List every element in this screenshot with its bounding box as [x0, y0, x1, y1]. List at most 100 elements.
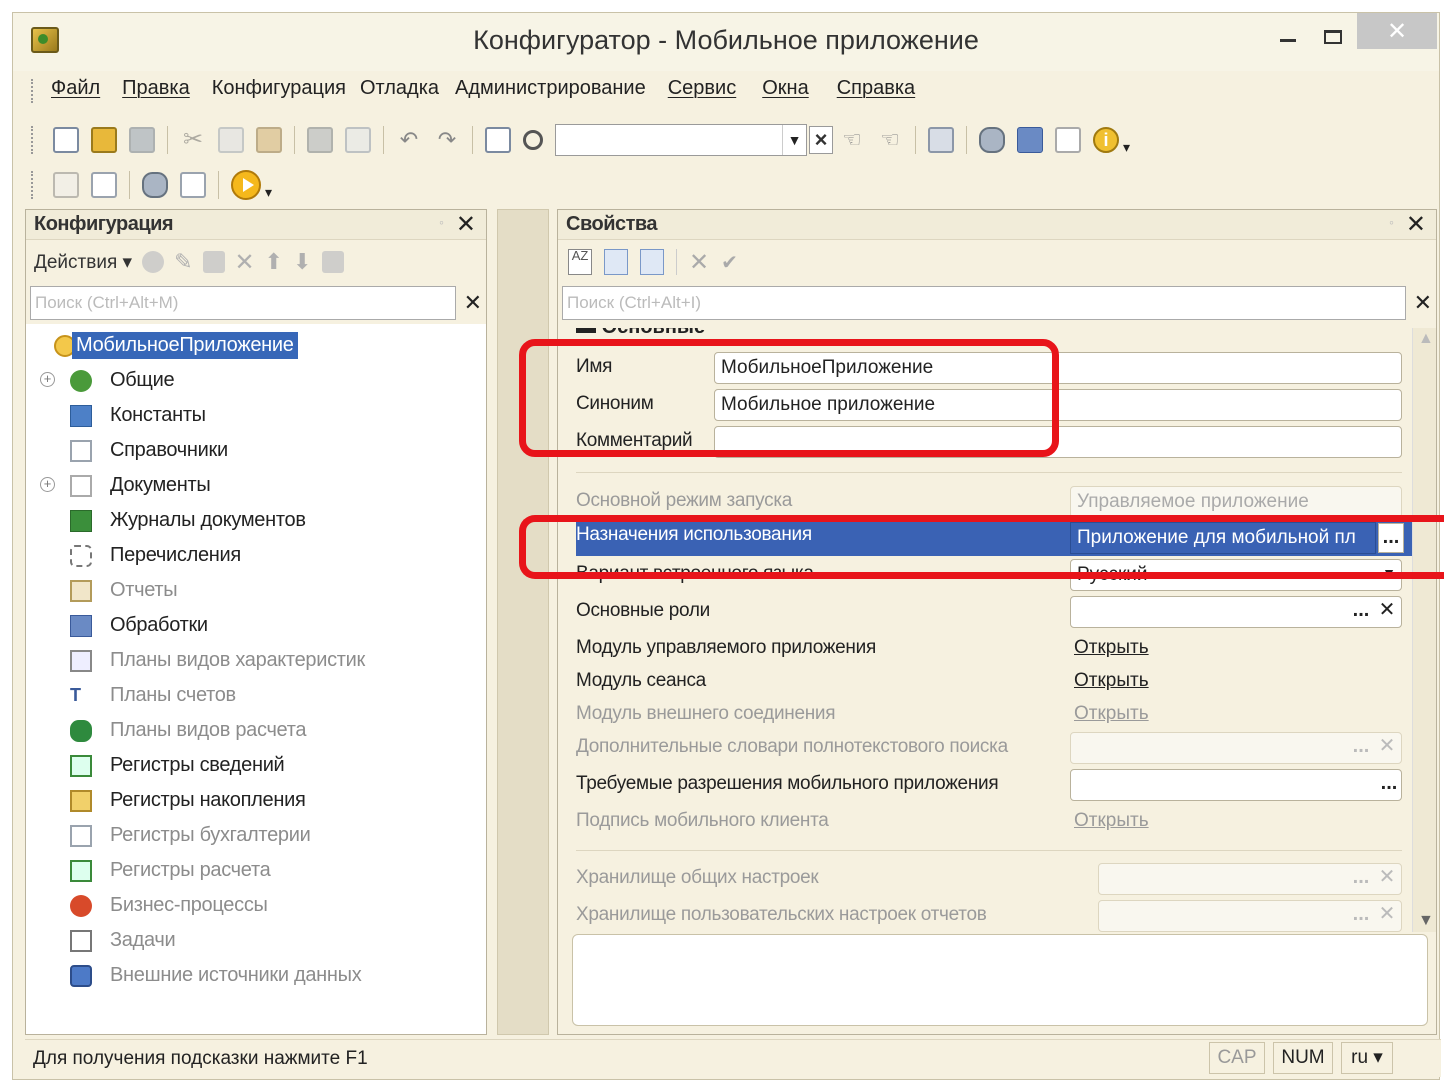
menu-configuration[interactable]: Конфигурация: [212, 77, 346, 107]
common-storage-clear-icon[interactable]: ✕: [1374, 864, 1400, 894]
expand-icon[interactable]: +: [40, 477, 55, 492]
toolbar-grip[interactable]: [31, 126, 35, 154]
cancel-edit-icon[interactable]: ✕: [689, 248, 709, 277]
property-row-app-module[interactable]: Модуль управляемого приложения Открыть: [576, 633, 1414, 667]
properties-scrollbar[interactable]: ▲ ▼: [1412, 328, 1436, 932]
search-icon[interactable]: [523, 130, 543, 150]
undo-icon[interactable]: ↶: [396, 127, 422, 153]
properties-search-input[interactable]: Поиск (Ctrl+Alt+I): [562, 286, 1406, 320]
update-db-icon[interactable]: [142, 172, 168, 198]
property-row-session-module[interactable]: Модуль сеанса Открыть: [576, 666, 1414, 700]
search-combo-input[interactable]: ▼: [555, 124, 807, 156]
find-previous-icon[interactable]: ☜: [877, 127, 903, 153]
property-row-language[interactable]: Вариант встроенного языка Русский ▼: [576, 559, 1414, 593]
open-folder-icon[interactable]: [91, 127, 117, 153]
menu-debug[interactable]: Отладка: [360, 77, 439, 107]
tree-item-catalogs[interactable]: Справочники: [26, 433, 486, 468]
menu-service[interactable]: Сервис: [668, 77, 737, 107]
tree-item-journals[interactable]: Журналы документов: [26, 503, 486, 538]
move-down-icon[interactable]: ⬇: [293, 249, 311, 275]
tree-item-enums[interactable]: Перечисления: [26, 538, 486, 573]
delete-icon[interactable]: ✕: [235, 248, 255, 277]
tree-item-accum-registers[interactable]: Регистры накопления: [26, 783, 486, 818]
report-storage-select-button[interactable]: ...: [1348, 901, 1374, 931]
find-next-icon[interactable]: ☜: [839, 127, 865, 153]
print-preview-icon[interactable]: [345, 127, 371, 153]
tree-item-calc-plans[interactable]: Планы видов расчета: [26, 713, 486, 748]
tree-item-constants[interactable]: Константы: [26, 398, 486, 433]
configuration-panel-close-icon[interactable]: ✕: [456, 210, 476, 239]
tree-item-external-sources[interactable]: Внешние источники данных: [26, 958, 486, 993]
menu-windows[interactable]: Окна: [762, 77, 808, 107]
menu-help[interactable]: Справка: [837, 77, 915, 107]
configuration-search-clear-icon[interactable]: ✕: [464, 290, 482, 316]
tree-item-business-processes[interactable]: Бизнес-процессы: [26, 888, 486, 923]
help-search-icon[interactable]: [1017, 127, 1043, 153]
tree-item-documents[interactable]: + Документы: [26, 468, 486, 503]
open-session-module-link[interactable]: Открыть: [1074, 670, 1149, 692]
property-row-purpose[interactable]: Назначения использования Приложение для …: [576, 520, 1414, 556]
minimize-button[interactable]: [1268, 19, 1308, 55]
apply-edit-icon[interactable]: ✔: [721, 250, 738, 275]
move-up-icon[interactable]: ⬆: [265, 249, 283, 275]
synonym-field[interactable]: Мобильное приложение: [714, 389, 1402, 421]
property-row-run-mode[interactable]: Основной режим запуска Управляемое прило…: [576, 486, 1414, 520]
open-ext-module-link[interactable]: Открыть: [1074, 703, 1149, 725]
tree-item-acc-registers[interactable]: Регистры бухгалтерии: [26, 818, 486, 853]
permissions-select-button[interactable]: ...: [1376, 770, 1402, 800]
start-debug-icon[interactable]: [231, 170, 261, 200]
chevron-down-icon[interactable]: ▼: [782, 125, 806, 155]
info-icon[interactable]: i: [1093, 127, 1119, 153]
property-row-permissions[interactable]: Требуемые разрешения мобильного приложен…: [576, 769, 1414, 803]
language-select[interactable]: Русский: [1070, 559, 1402, 591]
run-mode-select[interactable]: Управляемое приложение: [1070, 486, 1402, 518]
help-contents-icon[interactable]: [1055, 127, 1081, 153]
config-compare-icon[interactable]: [91, 172, 117, 198]
common-storage-select-button[interactable]: ...: [1348, 864, 1374, 894]
property-row-synonym[interactable]: Синоним Мобильное приложение: [576, 389, 1414, 423]
purpose-select-button[interactable]: ...: [1378, 523, 1404, 553]
property-row-name[interactable]: Имя МобильноеПриложение: [576, 352, 1414, 386]
name-field[interactable]: МобильноеПриложение: [714, 352, 1402, 384]
report-storage-clear-icon[interactable]: ✕: [1374, 901, 1400, 931]
tree-root-item[interactable]: МобильноеПриложение: [26, 328, 486, 363]
roles-clear-icon[interactable]: ✕: [1374, 597, 1400, 627]
property-row-ext-module[interactable]: Модуль внешнего соединения Открыть: [576, 699, 1414, 733]
scroll-up-icon[interactable]: ▲: [1418, 330, 1434, 348]
tree-item-char-plans[interactable]: Планы видов характеристик: [26, 643, 486, 678]
config-tree-icon[interactable]: [53, 172, 79, 198]
panel-splitter[interactable]: [497, 209, 549, 1035]
tree-item-common[interactable]: + Общие: [26, 363, 486, 398]
print-icon[interactable]: [307, 127, 333, 153]
open-signature-link[interactable]: Открыть: [1074, 810, 1149, 832]
scroll-down-icon[interactable]: ▼: [1418, 912, 1434, 930]
windows-icon[interactable]: [928, 127, 954, 153]
tree-item-calc-registers[interactable]: Регистры расчета: [26, 853, 486, 888]
add-icon[interactable]: [142, 251, 165, 273]
tree-item-tasks[interactable]: Задачи: [26, 923, 486, 958]
menu-administration[interactable]: Администрирование: [455, 77, 646, 107]
copy-item-icon[interactable]: [202, 251, 225, 273]
menu-file[interactable]: Файл: [51, 77, 100, 107]
maximize-button[interactable]: [1313, 19, 1353, 55]
cut-icon[interactable]: ✂: [180, 127, 206, 153]
save-icon[interactable]: [129, 127, 155, 153]
expand-icon[interactable]: +: [40, 372, 55, 387]
find-in-files-icon[interactable]: [485, 127, 511, 153]
language-indicator[interactable]: ru ▾: [1341, 1042, 1393, 1074]
property-row-roles[interactable]: Основные роли ... ✕: [576, 596, 1414, 630]
new-document-icon[interactable]: [53, 127, 79, 153]
group-basic-header[interactable]: ▬ Основные: [576, 328, 705, 339]
dictionaries-clear-icon[interactable]: ✕: [1374, 733, 1400, 763]
actions-menu-button[interactable]: Действия ▾: [34, 251, 132, 274]
table-icon[interactable]: [180, 172, 206, 198]
pin-icon[interactable]: ◦: [1389, 214, 1394, 230]
sort-icon[interactable]: [321, 251, 344, 273]
tree-item-info-registers[interactable]: Регистры сведений: [26, 748, 486, 783]
comment-field[interactable]: [714, 426, 1402, 458]
property-row-report-storage[interactable]: Хранилище пользовательских настроек отче…: [576, 900, 1414, 932]
search-clear-button[interactable]: ×: [809, 126, 833, 154]
paste-icon[interactable]: [256, 127, 282, 153]
properties-panel-close-icon[interactable]: ✕: [1406, 210, 1426, 239]
property-row-signature[interactable]: Подпись мобильного клиента Открыть: [576, 806, 1414, 840]
